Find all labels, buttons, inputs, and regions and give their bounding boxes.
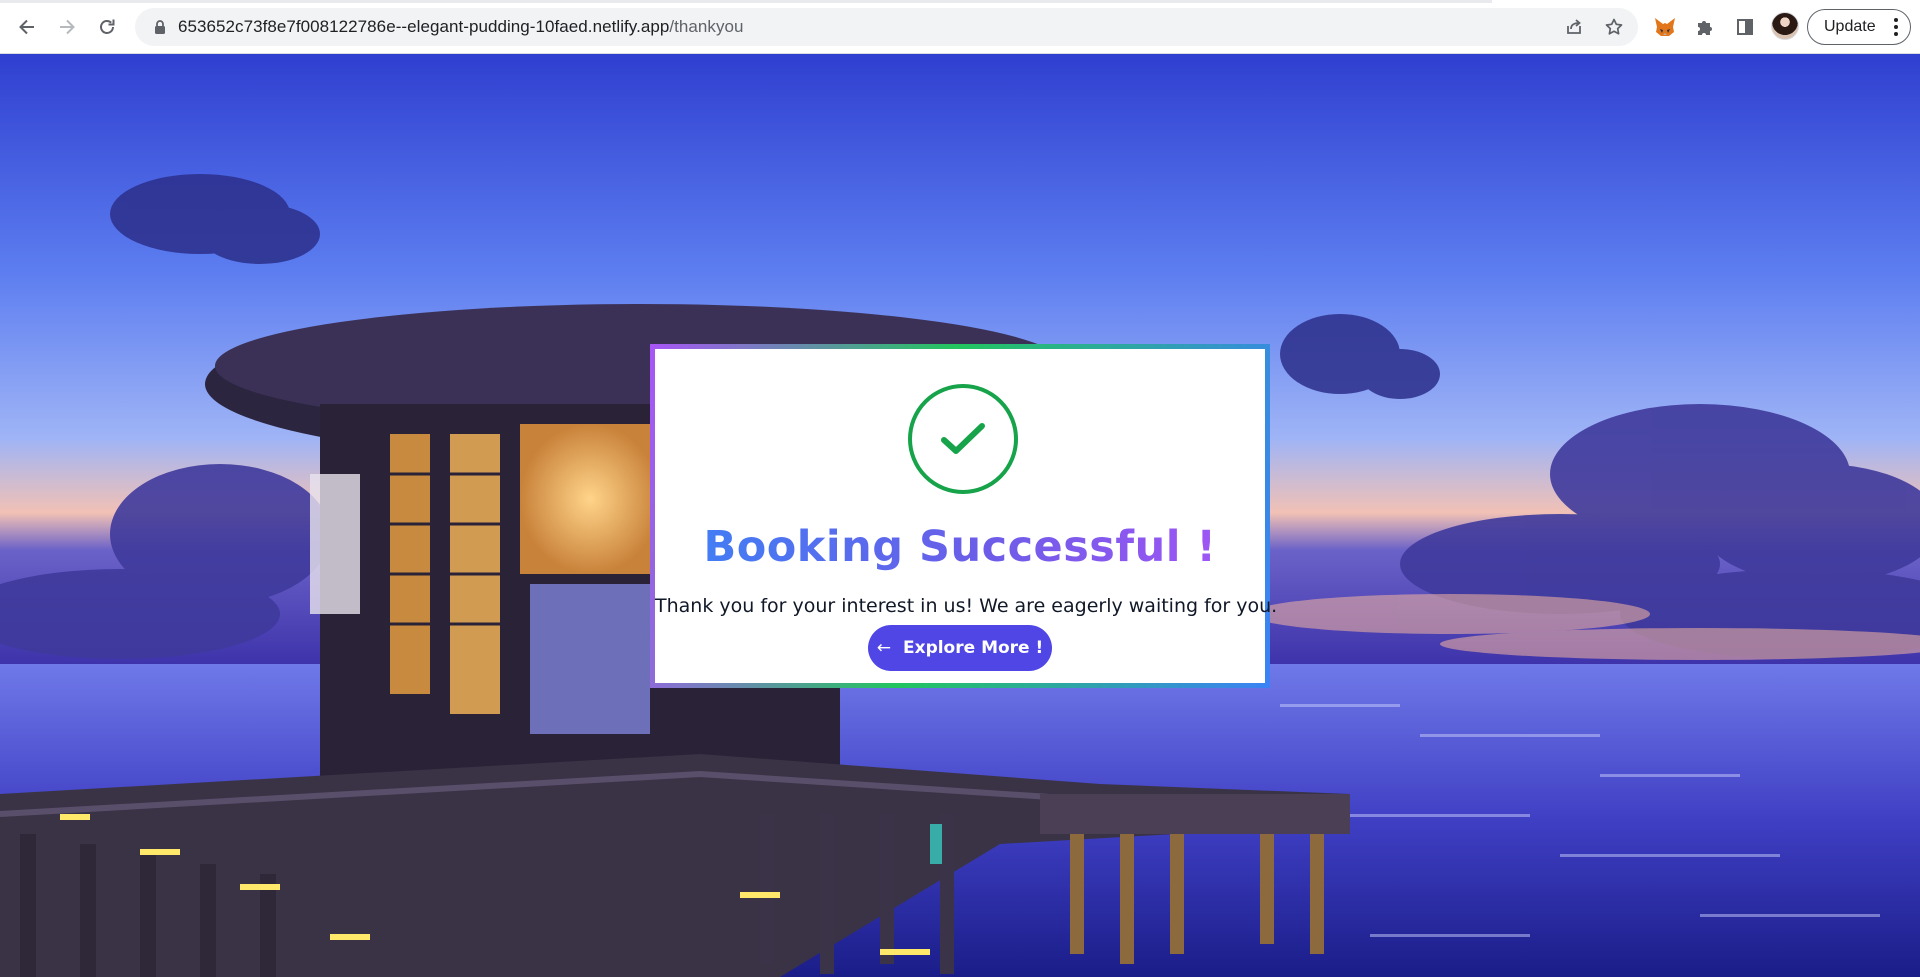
page-title: Booking Successful !: [655, 521, 1265, 573]
arrow-left-icon: [19, 19, 34, 35]
avatar[interactable]: [1771, 12, 1799, 40]
share-icon[interactable]: [1562, 15, 1586, 39]
star-icon[interactable]: [1602, 15, 1626, 39]
back-button[interactable]: [10, 10, 44, 44]
arrow-left-icon: ←: [876, 638, 891, 658]
explore-more-button[interactable]: ← Explore More !: [868, 625, 1052, 671]
address-bar[interactable]: 653652c73f8e7f008122786e--elegant-puddin…: [135, 8, 1638, 46]
lock-icon[interactable]: [152, 19, 168, 35]
thank-you-message: Thank you for your interest in us! We ar…: [655, 595, 1278, 617]
url-path: /thankyou: [669, 17, 744, 36]
fox-icon[interactable]: [1651, 13, 1679, 41]
browser-toolbar: 653652c73f8e7f008122786e--elegant-puddin…: [0, 0, 1920, 54]
puzzle-icon[interactable]: [1691, 13, 1719, 41]
booking-success-card: Booking Successful ! Thank you for your …: [650, 344, 1278, 688]
arrow-right-icon: [60, 19, 75, 35]
reload-icon: [100, 19, 115, 34]
forward-button[interactable]: [50, 10, 84, 44]
reload-button[interactable]: [90, 10, 124, 44]
explore-more-label: Explore More !: [902, 638, 1044, 658]
card-body: Booking Successful ! Thank you for your …: [655, 349, 1278, 683]
url-text[interactable]: 653652c73f8e7f008122786e--elegant-puddin…: [178, 8, 744, 46]
update-button[interactable]: Update: [1807, 9, 1911, 45]
tab-strip-edge: [0, 0, 1492, 3]
page-viewport: Booking Successful ! Thank you for your …: [0, 54, 1920, 977]
kebab-menu-icon[interactable]: [1894, 18, 1898, 36]
url-host: 653652c73f8e7f008122786e--elegant-puddin…: [178, 17, 670, 36]
side-panel-icon[interactable]: [1731, 13, 1759, 41]
checkmark-circle-icon: [908, 384, 1018, 494]
update-label: Update: [1824, 18, 1876, 35]
